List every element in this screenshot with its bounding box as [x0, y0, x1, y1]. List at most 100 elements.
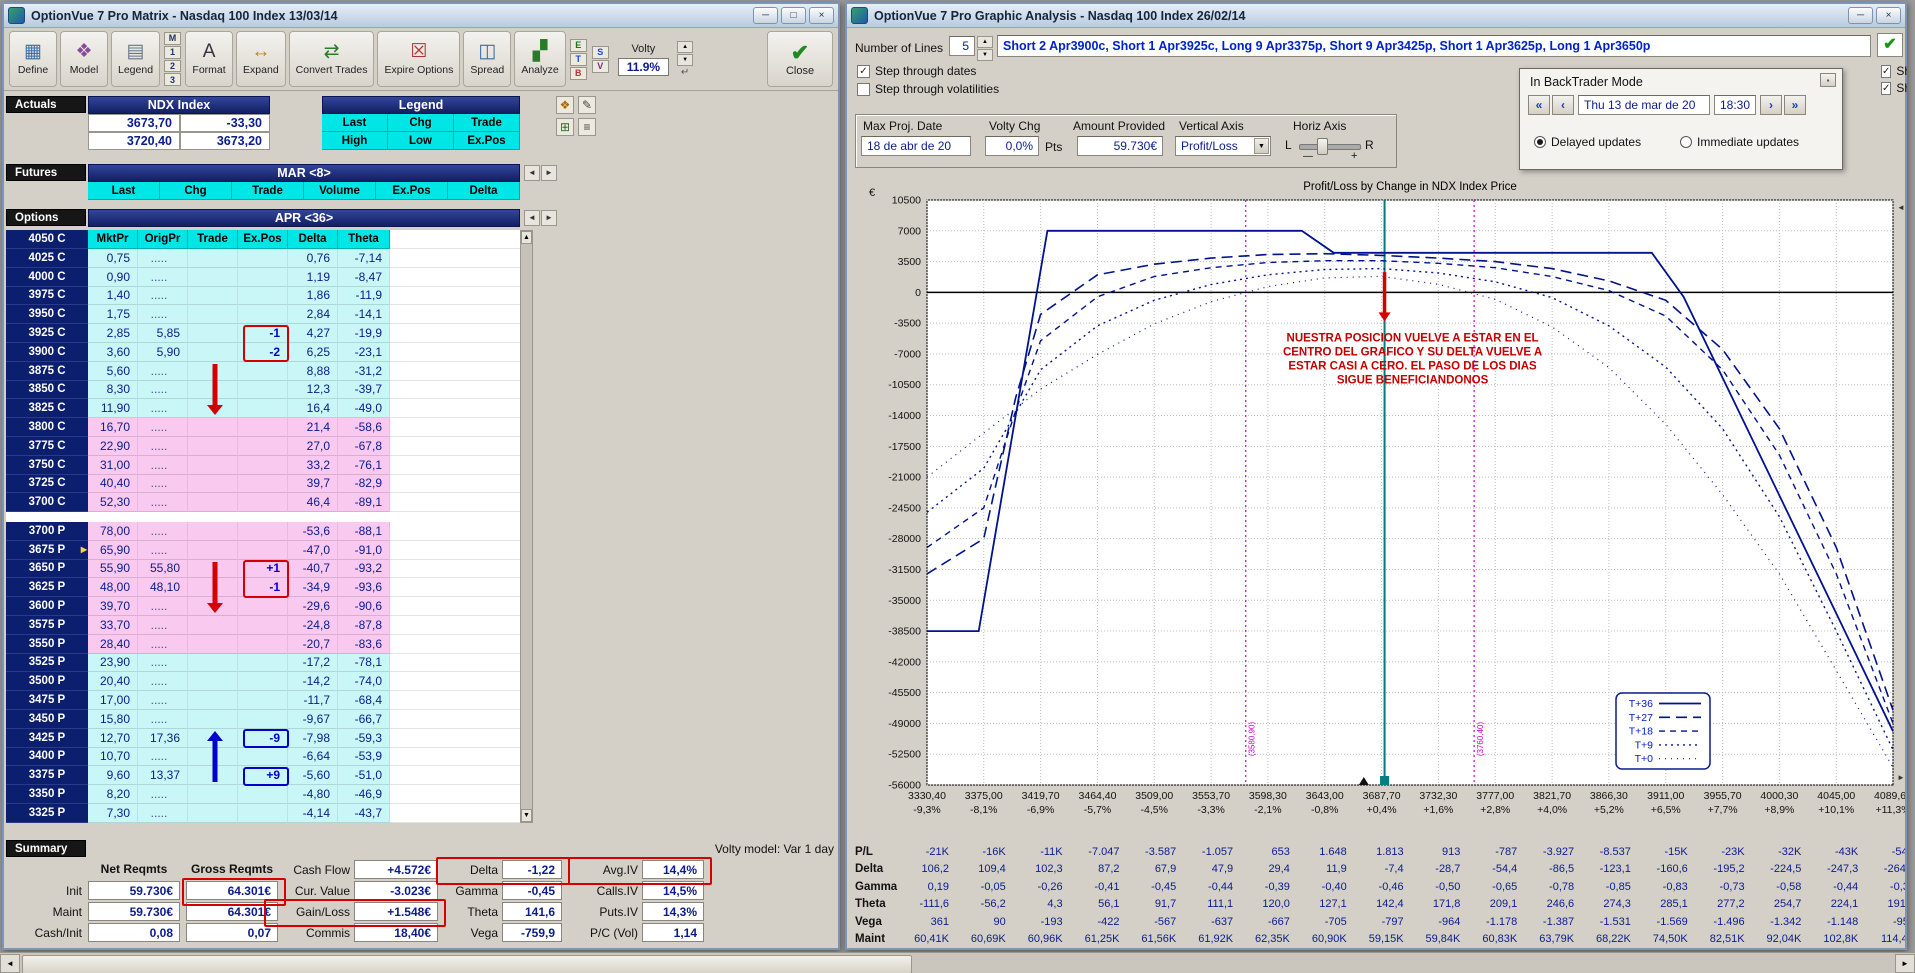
option-cell-theta[interactable]: -39,7	[338, 381, 390, 400]
strike-label[interactable]: 3975 C	[6, 287, 88, 306]
step-forward-day-button[interactable]: »	[1784, 95, 1806, 115]
matrix-titlebar[interactable]: OptionVue 7 Pro Matrix - Nasdaq 100 Inde…	[4, 4, 838, 28]
option-cell-origpr[interactable]: .....	[138, 710, 188, 729]
option-cell-origpr[interactable]: 5,90	[138, 343, 188, 362]
strike-label[interactable]: 4000 C	[6, 268, 88, 287]
option-cell-theta[interactable]: -88,1	[338, 522, 390, 541]
option-cell-theta[interactable]: -66,7	[338, 710, 390, 729]
option-cell-origpr[interactable]: .....	[138, 522, 188, 541]
convert-trades-button[interactable]: ⇄Convert Trades	[289, 31, 375, 87]
option-cell-trade[interactable]	[188, 804, 238, 823]
option-cell-mktpr[interactable]: 31,00	[88, 456, 138, 475]
option-cell-mktpr[interactable]: 15,80	[88, 710, 138, 729]
option-cell-theta[interactable]: -46,9	[338, 785, 390, 804]
strike-label[interactable]: 3775 C	[6, 437, 88, 456]
strike-label[interactable]: 3750 C	[6, 456, 88, 475]
option-row-3700C[interactable]: 3700 C52,30.....46,4-89,1	[6, 493, 520, 512]
option-cell-trade[interactable]	[188, 456, 238, 475]
option-cell-theta[interactable]: -43,7	[338, 804, 390, 823]
option-cell-delta[interactable]: -17,2	[288, 654, 338, 673]
backtrader-date-field[interactable]: Thu 13 de mar de 20	[1578, 95, 1710, 115]
option-cell-trade[interactable]	[188, 418, 238, 437]
strike-label[interactable]: 3800 C	[6, 418, 88, 437]
option-cell-expos[interactable]	[238, 635, 288, 654]
model-button[interactable]: ❖Model	[60, 31, 108, 87]
option-cell-theta[interactable]: -78,1	[338, 654, 390, 673]
matrix-mode-icon-2[interactable]: 2	[164, 60, 181, 73]
edit-icon[interactable]: ✎	[578, 96, 596, 114]
option-cell-mktpr[interactable]: 17,00	[88, 691, 138, 710]
strike-label[interactable]: 3725 C	[6, 475, 88, 494]
horizontal-scrollbar[interactable]: ◄ ►	[0, 952, 1915, 973]
option-cell-expos[interactable]	[238, 672, 288, 691]
options-next-icon[interactable]: ►	[541, 210, 557, 226]
option-cell-expos[interactable]	[238, 399, 288, 418]
option-cell-delta[interactable]: 39,7	[288, 475, 338, 494]
option-cell-theta[interactable]: -8,47	[338, 268, 390, 287]
option-cell-delta[interactable]: -47,0	[288, 541, 338, 560]
option-cell-mktpr[interactable]: 39,70	[88, 597, 138, 616]
strike-label[interactable]: 3475 P	[6, 691, 88, 710]
option-cell-origpr[interactable]: .....	[138, 597, 188, 616]
option-cell-theta[interactable]: -74,0	[338, 672, 390, 691]
option-cell-origpr[interactable]: .....	[138, 635, 188, 654]
option-cell-mktpr[interactable]: 33,70	[88, 616, 138, 635]
option-cell-expos[interactable]	[238, 475, 288, 494]
option-cell-mktpr[interactable]: 0,75	[88, 249, 138, 268]
etb-toggle-icon-e[interactable]: E	[570, 39, 587, 52]
option-cell-mktpr[interactable]: 10,70	[88, 748, 138, 767]
option-row-3350P[interactable]: 3350 P8,20.....-4,80-46,9	[6, 785, 520, 804]
option-row-3800C[interactable]: 3800 C16,70.....21,4-58,6	[6, 418, 520, 437]
option-cell-theta[interactable]: -93,2	[338, 560, 390, 579]
option-cell-origpr[interactable]: .....	[138, 437, 188, 456]
scroll-down-icon[interactable]: ▼	[521, 809, 532, 822]
option-cell-expos[interactable]	[238, 785, 288, 804]
option-cell-trade[interactable]	[188, 249, 238, 268]
option-cell-origpr[interactable]: .....	[138, 287, 188, 306]
strike-label[interactable]: 3550 P	[6, 635, 88, 654]
option-cell-theta[interactable]: -19,9	[338, 324, 390, 343]
option-cell-theta[interactable]: -51,0	[338, 766, 390, 785]
option-cell-delta[interactable]: -14,2	[288, 672, 338, 691]
option-cell-trade[interactable]	[188, 522, 238, 541]
option-cell-origpr[interactable]: 13,37	[138, 766, 188, 785]
option-cell-trade[interactable]	[188, 635, 238, 654]
option-cell-delta[interactable]: -4,14	[288, 804, 338, 823]
option-cell-mktpr[interactable]: 2,85	[88, 324, 138, 343]
option-cell-origpr[interactable]: 17,36	[138, 729, 188, 748]
option-cell-theta[interactable]: -83,6	[338, 635, 390, 654]
option-cell-theta[interactable]: -82,9	[338, 475, 390, 494]
scrollbar-thumb[interactable]	[22, 955, 912, 973]
format-button[interactable]: AFormat	[185, 31, 233, 87]
option-cell-delta[interactable]: 8,88	[288, 362, 338, 381]
option-cell-mktpr[interactable]: 8,20	[88, 785, 138, 804]
option-row-3975C[interactable]: 3975 C1,40.....1,86-11,9	[6, 287, 520, 306]
option-cell-expos[interactable]	[238, 437, 288, 456]
option-cell-delta[interactable]: -9,67	[288, 710, 338, 729]
option-cell-origpr[interactable]: 48,10	[138, 578, 188, 597]
option-cell-expos[interactable]	[238, 249, 288, 268]
expire-options-button[interactable]: ☒Expire Options	[377, 31, 460, 87]
option-cell-delta[interactable]: -11,7	[288, 691, 338, 710]
options-scrollbar[interactable]: ▲▼	[520, 230, 533, 823]
option-row-3700P[interactable]: 3700 P78,00.....-53,6-88,1	[6, 522, 520, 541]
option-row-3475P[interactable]: 3475 P17,00.....-11,7-68,4	[6, 691, 520, 710]
option-cell-trade[interactable]	[188, 672, 238, 691]
option-cell-trade[interactable]	[188, 541, 238, 560]
option-cell-mktpr[interactable]: 0,90	[88, 268, 138, 287]
option-cell-mktpr[interactable]: 9,60	[88, 766, 138, 785]
option-cell-expos[interactable]	[238, 287, 288, 306]
values-icon[interactable]: ⊞	[556, 118, 574, 136]
option-cell-mktpr[interactable]: 1,75	[88, 305, 138, 324]
option-cell-expos[interactable]	[238, 268, 288, 287]
etb-toggle-icon-t[interactable]: T	[570, 53, 587, 66]
option-cell-mktpr[interactable]: 40,40	[88, 475, 138, 494]
sv-toggle-icon-s[interactable]: S	[592, 46, 609, 59]
option-cell-mktpr[interactable]: 8,30	[88, 381, 138, 400]
option-cell-delta[interactable]: 21,4	[288, 418, 338, 437]
option-cell-origpr[interactable]: .....	[138, 493, 188, 512]
option-cell-expos[interactable]	[238, 493, 288, 512]
strike-label[interactable]: 3925 C	[6, 324, 88, 343]
scroll-up-icon[interactable]: ▲	[521, 231, 532, 244]
strike-label[interactable]: 3450 P	[6, 710, 88, 729]
